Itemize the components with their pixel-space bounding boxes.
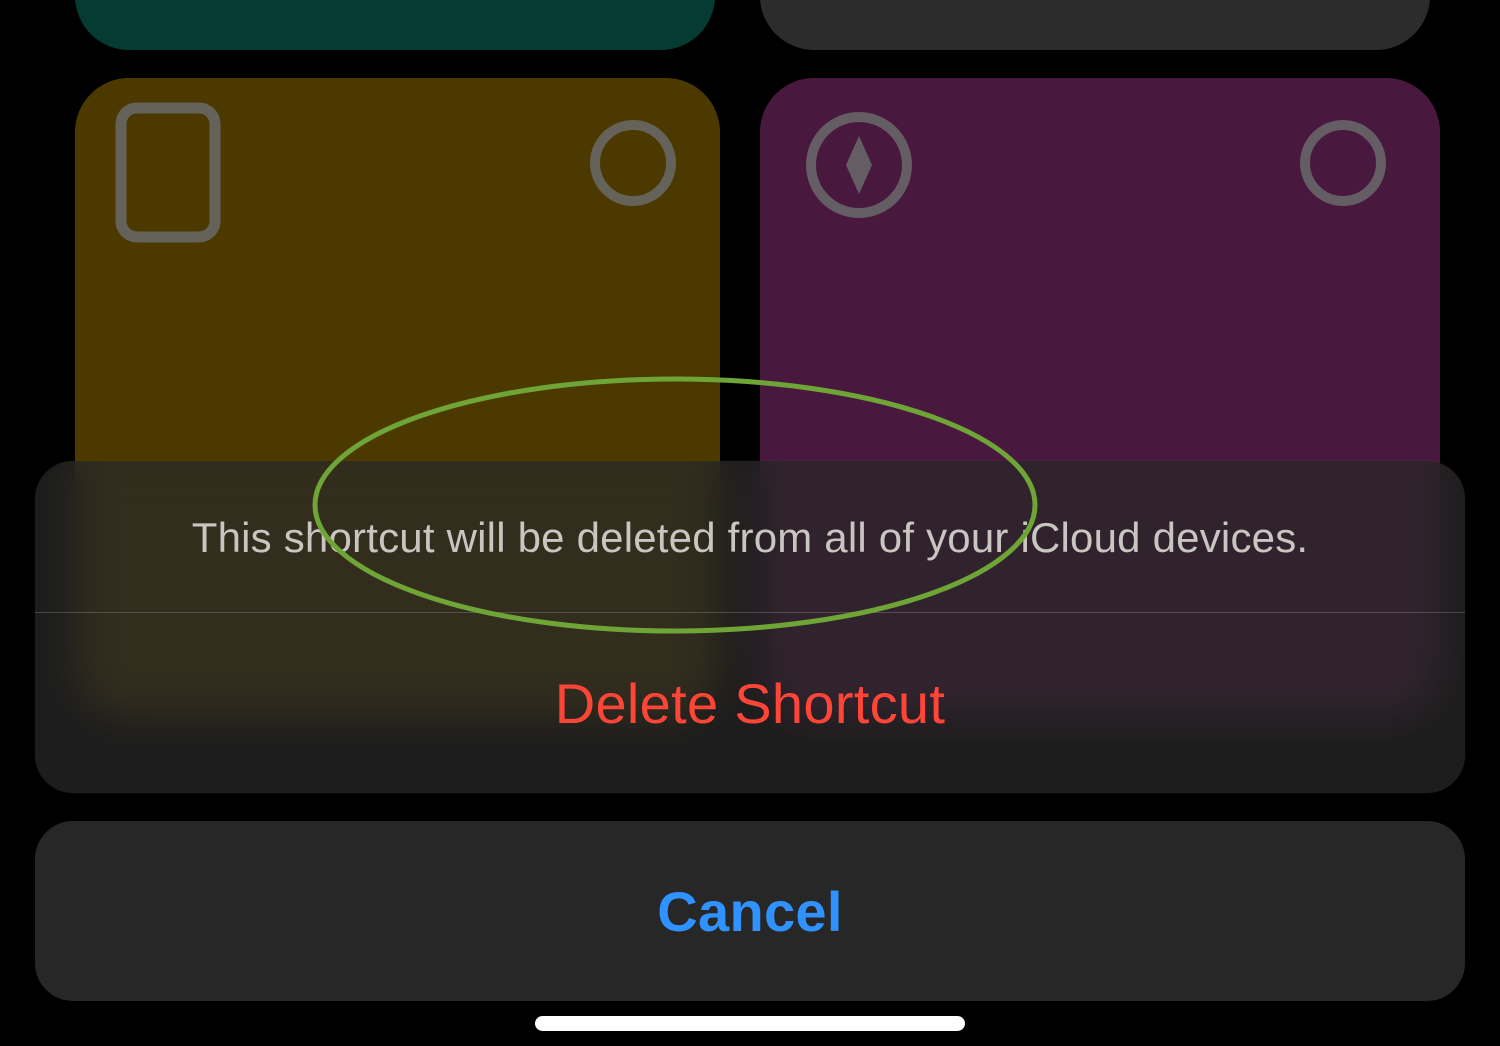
delete-confirmation-sheet: This shortcut will be deleted from all o… xyxy=(35,461,1465,1001)
action-sheet-group: This shortcut will be deleted from all o… xyxy=(35,461,1465,793)
cancel-button[interactable]: Cancel xyxy=(35,821,1465,1001)
action-sheet-cancel-group: Cancel xyxy=(35,821,1465,1001)
home-indicator[interactable] xyxy=(535,1016,965,1031)
delete-shortcut-button[interactable]: Delete Shortcut xyxy=(35,613,1465,793)
action-sheet-message: This shortcut will be deleted from all o… xyxy=(35,461,1465,612)
